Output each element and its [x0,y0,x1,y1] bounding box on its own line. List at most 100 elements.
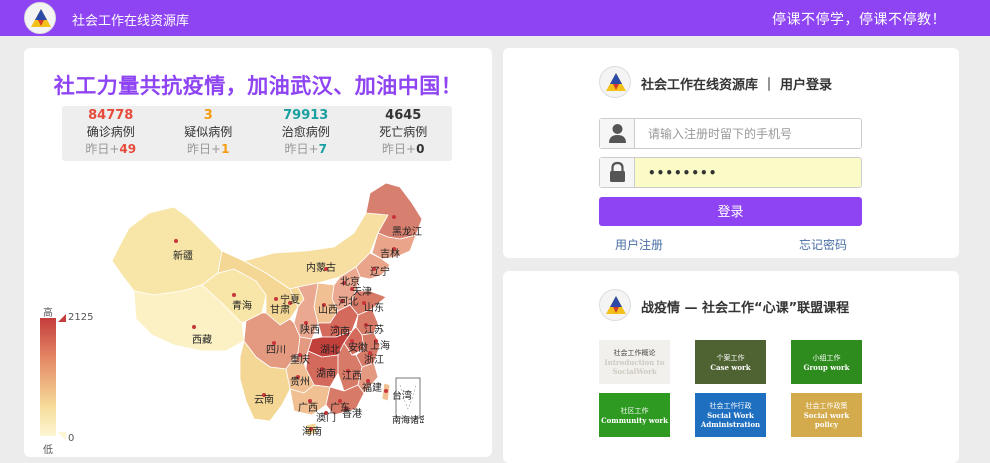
phone-field[interactable] [599,118,862,149]
site-title[interactable]: 社会工作在线资源库 [72,10,189,29]
stat-value: 84778 [88,108,134,123]
map-label: 云南 [254,393,274,406]
map-label: 安徽 [348,341,368,354]
logo-triangle-icon [606,296,626,314]
map-label: 新疆 [173,249,193,262]
stat-value: 3 [203,108,213,123]
course-tile-case-work[interactable]: 个案工作 Case work [695,340,766,384]
legend-low: 低 [43,445,53,456]
course-tile-policy[interactable]: 社会工作政策 Social work policy [791,393,862,437]
lock-icon [600,158,635,187]
map-label: 吉林 [380,247,400,260]
stat-label: 确诊病例 [86,125,135,139]
map-label: 福建 [362,381,382,394]
map-label: 澳门 [316,411,336,424]
legend-max-value: 2125 [68,312,94,323]
course-cn: 社区工作 [620,406,649,415]
phone-input[interactable] [636,119,861,148]
login-panel: 社会工作在线资源库 ｜ 用户登录 登录 用户注册 忘记密码 [503,48,959,258]
map-label: 江苏 [364,323,384,336]
stat-suspected: 3 疑似病例 昨日+1 [160,106,258,161]
login-logo [599,66,631,98]
map-label: 宁夏 [280,293,300,306]
legend-handle-bottom[interactable] [58,432,66,440]
stat-increase: 昨日+1 [187,142,230,156]
password-input[interactable] [636,158,861,187]
course-panel: 战疫情 — 社会工作“心课”联盟课程 社会工作概论 Introduction t… [503,271,959,463]
map-label: 湖南 [316,367,336,380]
map-label: 山西 [318,304,338,316]
south-china-sea-inset: 南海诸岛 [392,377,424,426]
stat-cured: 79913 治愈病例 昨日+7 [257,106,355,161]
top-bar: 社会工作在线资源库 停课不停学，停课不停教！ [0,0,990,36]
course-en: Group work [803,362,850,372]
legend-min-value: 0 [68,433,75,444]
stat-value: 4645 [385,108,422,123]
epidemic-headline: 社工力量共抗疫情，加油武汉、加油中国！ [53,74,463,98]
logo-triangle-icon [606,73,626,91]
stat-increase: 昨日+0 [382,142,425,156]
map-label: 山东 [364,301,384,314]
map-label: 辽宁 [370,265,390,278]
course-tile-administration[interactable]: 社会工作行政 Social Work Administration [695,393,766,437]
map-label: 河北 [338,296,358,308]
legend-high: 高 [43,308,53,319]
map-label: 广西 [298,402,318,414]
map-label: 内蒙古 [306,261,336,274]
logo-triangle-icon [31,9,51,27]
site-logo[interactable] [24,2,56,34]
map-label: 江西 [342,370,362,382]
register-link[interactable]: 用户注册 [615,236,663,253]
course-cn: 个案工作 [716,353,745,362]
course-title: 战疫情 — 社会工作“心课”联盟课程 [641,301,850,316]
stat-increase: 昨日+49 [85,142,137,156]
epidemic-panel: 社工力量共抗疫情，加油武汉、加油中国！ 84778 确诊病例 昨日+49 3 疑… [24,48,492,457]
epidemic-stats: 84778 确诊病例 昨日+49 3 疑似病例 昨日+1 79913 治愈病例 … [62,106,452,161]
login-title: 社会工作在线资源库 ｜ 用户登录 [641,78,833,93]
course-en: Social work policy [803,411,850,429]
map-label: 河南 [330,325,350,338]
course-en: Case work [710,362,751,372]
map-label: 台湾 [392,389,412,402]
map-label: 四川 [266,345,286,356]
course-en: Social Work Administration [700,411,761,429]
map-label: 青海 [232,299,252,312]
map-label: 陕西 [300,323,320,336]
map-label: 湖北 [320,344,340,356]
course-cn: 社会工作概论 [613,349,656,357]
stat-label: 治愈病例 [281,125,330,139]
map-label: 南海诸岛 [392,414,424,426]
user-icon [600,119,635,148]
slogan: 停课不停学，停课不停教！ [772,12,946,28]
stat-label: 死亡病例 [379,125,428,139]
course-logo [599,289,631,321]
course-en: Community work [601,415,668,425]
legend-gradient[interactable] [40,318,56,436]
map-label: 重庆 [290,353,310,366]
province-xinjiang [111,206,223,296]
stat-deaths: 4645 死亡病例 昨日+0 [355,106,453,161]
forgot-password-link[interactable]: 忘记密码 [799,236,847,253]
login-button[interactable]: 登录 [599,197,862,226]
course-en: Introduction to SocialWork [604,358,665,376]
course-cn: 社会工作政策 [805,402,848,410]
map-label: 西藏 [192,334,212,346]
map-label: 上海 [370,339,390,352]
stat-label: 疑似病例 [184,125,233,139]
map-label: 贵州 [290,375,310,388]
china-epidemic-map[interactable]: 新疆 西藏 青海 甘肃 宁夏 内蒙古 黑龙江 吉林 辽宁 北京 天津 河北 山西… [94,173,424,438]
map-label: 浙江 [364,354,384,366]
course-cn: 社会工作行政 [709,402,752,410]
password-field[interactable] [599,157,862,188]
map-label: 海南 [302,425,322,438]
stat-confirmed: 84778 确诊病例 昨日+49 [62,106,160,161]
course-tile-group-work[interactable]: 小组工作 Group work [791,340,862,384]
course-tile-intro[interactable]: 社会工作概论 Introduction to SocialWork [599,340,670,384]
stat-increase: 昨日+7 [284,142,327,156]
course-cn: 小组工作 [812,353,841,362]
map-label: 黑龙江 [392,225,422,238]
course-tile-community-work[interactable]: 社区工作 Community work [599,393,670,437]
legend-handle-top[interactable] [58,314,66,322]
stat-value: 79913 [283,108,329,123]
map-label: 香港 [342,408,362,420]
